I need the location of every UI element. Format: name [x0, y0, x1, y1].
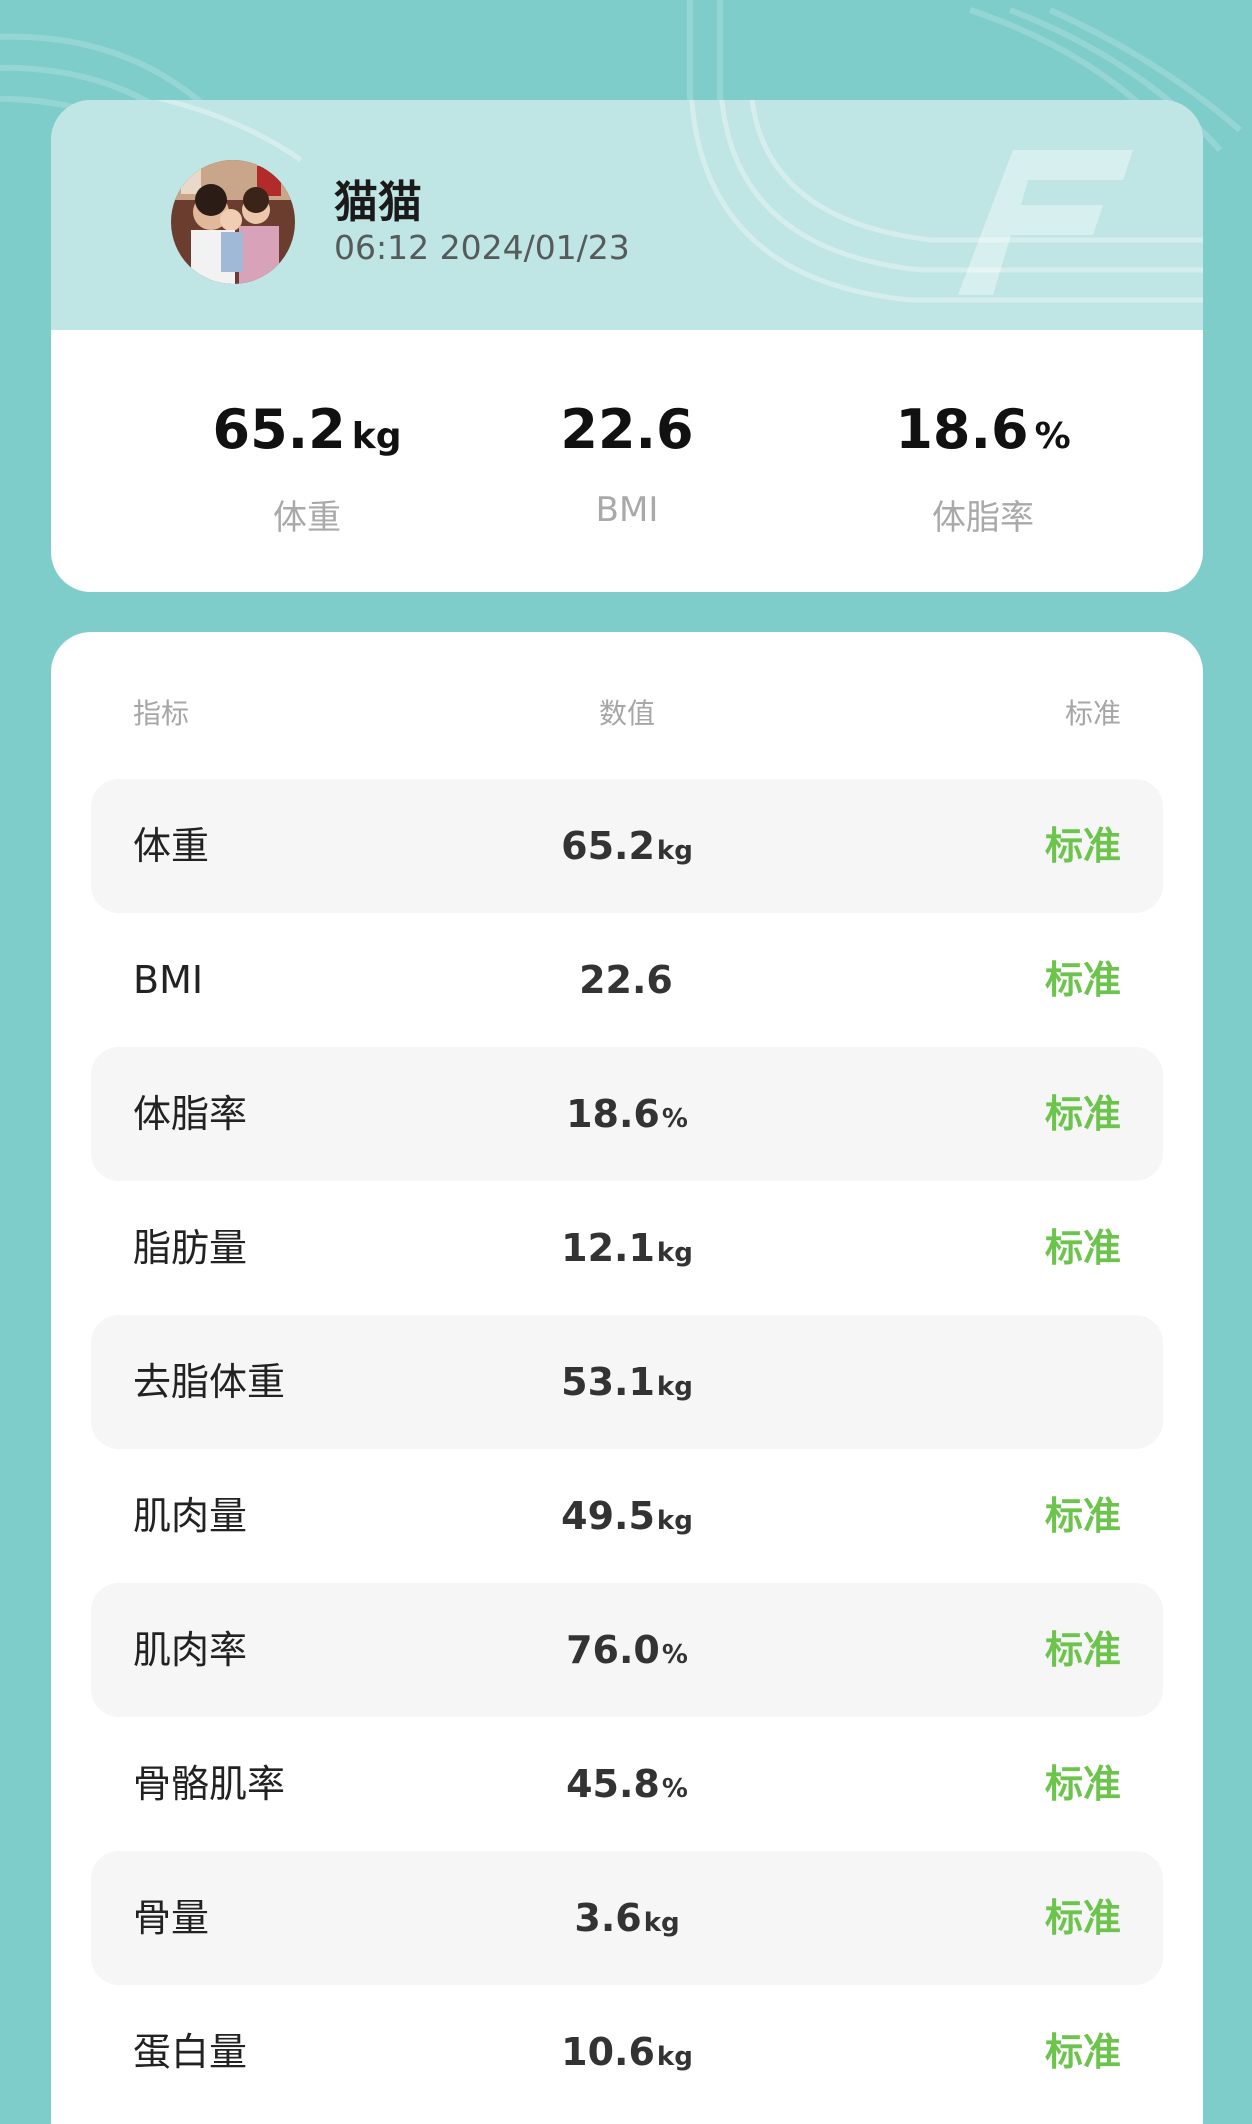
- metric-unit: %: [661, 1104, 688, 1134]
- metric-unit: kg: [656, 1238, 693, 1268]
- metric-value: 18.6: [566, 1092, 660, 1136]
- metric-unit: kg: [656, 2042, 693, 2072]
- summary-bmi: 22.6 BMI: [477, 330, 777, 530]
- metric-value: 10.6: [561, 2030, 655, 2074]
- metric-value-wrap: 18.6%: [91, 1047, 1163, 1186]
- avatar-image: [171, 160, 295, 284]
- metric-row-lean-mass[interactable]: 去脂体重 53.1kg: [91, 1315, 1163, 1449]
- metric-value: 45.8: [566, 1762, 660, 1806]
- summary-weight-value: 65.2: [212, 398, 346, 461]
- metric-standard: 标准: [1044, 824, 1121, 868]
- summary-bmi-label: BMI: [595, 490, 659, 530]
- metric-value-wrap: 65.2kg: [91, 779, 1163, 918]
- metric-row-bone-mass[interactable]: 骨量 3.6kg 标准: [91, 1851, 1163, 1985]
- metric-row-weight[interactable]: 体重 65.2kg 标准: [91, 779, 1163, 913]
- metric-value-wrap: 49.5kg: [91, 1449, 1163, 1588]
- summary-bmi-value: 22.6: [560, 398, 694, 461]
- metric-value: 76.0: [566, 1628, 660, 1672]
- metric-unit: %: [661, 1640, 688, 1670]
- metric-standard: 标准: [1044, 1896, 1121, 1940]
- summary-body-fat: 18.6% 体脂率: [833, 330, 1133, 539]
- metric-unit: %: [661, 1774, 688, 1804]
- avatar[interactable]: [171, 160, 295, 284]
- metric-value-wrap: 10.6kg: [91, 1985, 1163, 2124]
- profile-header: 猫猫 06:12 2024/01/23: [51, 100, 1203, 330]
- metric-value: 49.5: [561, 1494, 655, 1538]
- metrics-card: 指标 数值 标准 体重 65.2kg 标准 BMI 22.6 标准 体脂率 18…: [51, 632, 1203, 2124]
- metric-row-muscle-rate[interactable]: 肌肉率 76.0% 标准: [91, 1583, 1163, 1717]
- metric-value: 3.6: [574, 1896, 642, 1940]
- metric-value-wrap: 53.1kg: [91, 1315, 1163, 1454]
- summary-body-fat-unit: %: [1034, 416, 1071, 457]
- brand-logo-icon: [958, 150, 1133, 295]
- metric-value-wrap: 76.0%: [91, 1583, 1163, 1722]
- metric-unit: kg: [656, 836, 693, 866]
- metric-value-wrap: 45.8%: [91, 1717, 1163, 1856]
- metric-value-wrap: 22.6: [91, 913, 1163, 1052]
- summary-body-fat-value: 18.6: [895, 398, 1029, 461]
- metric-row-skeletal-muscle-rate[interactable]: 骨骼肌率 45.8% 标准: [91, 1717, 1163, 1851]
- metric-row-fat-mass[interactable]: 脂肪量 12.1kg 标准: [91, 1181, 1163, 1315]
- metric-row-protein[interactable]: 蛋白量 10.6kg 标准: [91, 1985, 1163, 2119]
- metric-standard: 标准: [1044, 1494, 1121, 1538]
- profile-card: 猫猫 06:12 2024/01/23 65.2 kg 体重 22.6 BMI 1…: [51, 100, 1203, 592]
- metric-standard: 标准: [1044, 2030, 1121, 2074]
- metric-unit: kg: [656, 1506, 693, 1536]
- metric-standard: 标准: [1044, 1762, 1121, 1806]
- user-name: 猫猫: [334, 177, 422, 228]
- metric-value: 65.2: [561, 824, 655, 868]
- metric-value: 12.1: [561, 1226, 655, 1270]
- summary-row: 65.2 kg 体重 22.6 BMI 18.6% 体脂率: [51, 330, 1203, 592]
- metric-value: 53.1: [561, 1360, 655, 1404]
- summary-body-fat-label: 体脂率: [932, 498, 1034, 538]
- metric-value-wrap: 12.1kg: [91, 1181, 1163, 1320]
- column-header-value: 数值: [598, 697, 655, 730]
- metric-row-body-fat[interactable]: 体脂率 18.6% 标准: [91, 1047, 1163, 1181]
- metric-value: 22.6: [579, 958, 673, 1002]
- table-header: 指标 数值 标准: [51, 692, 1203, 752]
- summary-weight: 65.2 kg 体重: [157, 330, 457, 539]
- metric-standard: 标准: [1044, 958, 1121, 1002]
- metric-standard: 标准: [1044, 1092, 1121, 1136]
- column-header-standard: 标准: [1064, 697, 1121, 730]
- metric-unit: kg: [656, 1372, 693, 1402]
- measurement-timestamp: 06:12 2024/01/23: [334, 228, 630, 267]
- summary-weight-unit: kg: [351, 416, 402, 457]
- metric-standard: 标准: [1044, 1628, 1121, 1672]
- metric-row-muscle-mass[interactable]: 肌肉量 49.5kg 标准: [91, 1449, 1163, 1583]
- metric-value-wrap: 3.6kg: [91, 1851, 1163, 1990]
- metric-standard: 标准: [1044, 1226, 1121, 1270]
- metric-row-bmi[interactable]: BMI 22.6 标准: [91, 913, 1163, 1047]
- summary-weight-label: 体重: [273, 498, 341, 538]
- metric-unit: kg: [643, 1908, 680, 1938]
